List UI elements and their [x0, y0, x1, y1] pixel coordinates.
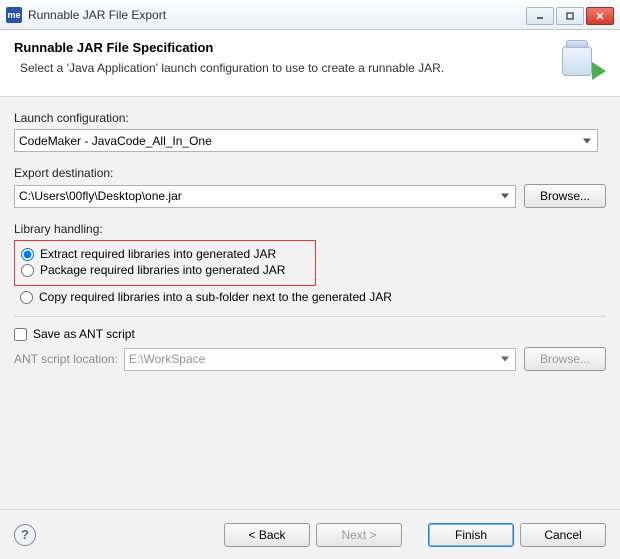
app-icon: me [6, 7, 22, 23]
radio-copy[interactable]: Copy required libraries into a sub-folde… [20, 290, 606, 304]
browse-export-button[interactable]: Browse... [524, 184, 606, 208]
save-ant-label: Save as ANT script [33, 327, 135, 341]
radio-package-label: Package required libraries into generate… [40, 263, 285, 277]
library-handling-highlight: Extract required libraries into generate… [14, 240, 316, 286]
page-description: Select a 'Java Application' launch confi… [14, 61, 550, 75]
content-area: Launch configuration: CodeMaker - JavaCo… [0, 97, 620, 509]
library-handling-label: Library handling: [14, 222, 606, 236]
export-dest-combo[interactable]: C:\Users\00fly\Desktop\one.jar [14, 185, 516, 208]
save-ant-checkbox-row[interactable]: Save as ANT script [14, 327, 606, 341]
ant-location-combo: E:\WorkSpace [124, 348, 516, 371]
minimize-icon [536, 12, 544, 20]
next-button: Next > [316, 523, 402, 547]
ant-location-label: ANT script location: [14, 352, 118, 366]
radio-copy-input[interactable] [20, 291, 33, 304]
maximize-icon [566, 12, 574, 20]
export-dest-value: C:\Users\00fly\Desktop\one.jar [19, 189, 182, 203]
footer: ? < Back Next > Finish Cancel [0, 509, 620, 559]
launch-config-value: CodeMaker - JavaCode_All_In_One [19, 134, 212, 148]
maximize-button[interactable] [556, 7, 584, 25]
back-button[interactable]: < Back [224, 523, 310, 547]
radio-extract-label: Extract required libraries into generate… [40, 247, 276, 261]
cancel-button[interactable]: Cancel [520, 523, 606, 547]
launch-config-label: Launch configuration: [14, 111, 606, 125]
help-button[interactable]: ? [14, 524, 36, 546]
finish-button[interactable]: Finish [428, 523, 514, 547]
titlebar: me Runnable JAR File Export [0, 0, 620, 30]
launch-config-select[interactable]: CodeMaker - JavaCode_All_In_One [14, 129, 598, 152]
radio-package-input[interactable] [21, 264, 34, 277]
header-banner: Runnable JAR File Specification Select a… [0, 30, 620, 97]
radio-extract[interactable]: Extract required libraries into generate… [21, 247, 309, 261]
radio-package[interactable]: Package required libraries into generate… [21, 263, 309, 277]
export-dest-label: Export destination: [14, 166, 606, 180]
minimize-button[interactable] [526, 7, 554, 25]
jar-run-icon [558, 40, 606, 82]
save-ant-checkbox[interactable] [14, 328, 27, 341]
help-icon: ? [21, 527, 29, 542]
close-button[interactable] [586, 7, 614, 25]
window-controls [524, 5, 620, 25]
close-icon [596, 12, 604, 20]
window-title: Runnable JAR File Export [28, 8, 524, 22]
separator [14, 316, 606, 317]
radio-copy-label: Copy required libraries into a sub-folde… [39, 290, 392, 304]
ant-location-value: E:\WorkSpace [129, 352, 205, 366]
page-title: Runnable JAR File Specification [14, 40, 550, 55]
browse-ant-button: Browse... [524, 347, 606, 371]
radio-extract-input[interactable] [21, 248, 34, 261]
